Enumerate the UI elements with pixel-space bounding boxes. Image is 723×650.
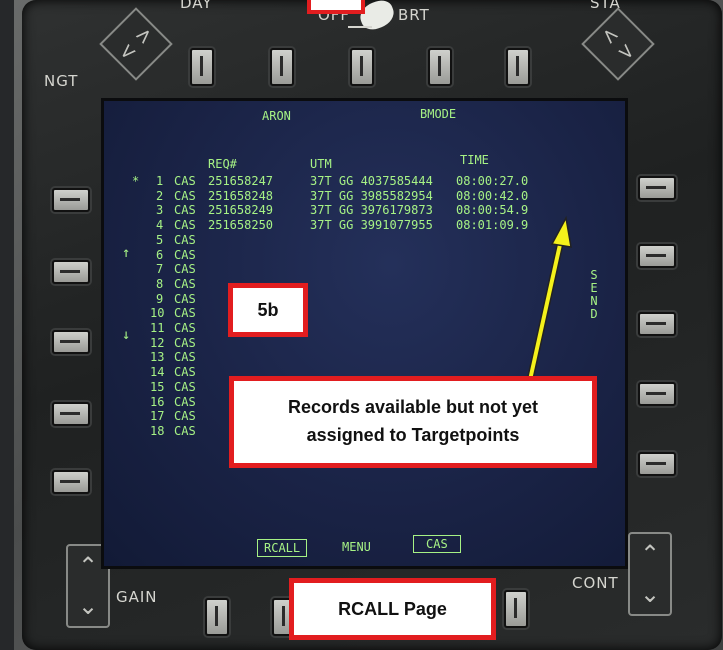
time-column-header: TIME xyxy=(460,153,489,167)
record-type: CAS xyxy=(174,321,196,335)
osb-top-3[interactable] xyxy=(350,48,374,86)
osb-left-1[interactable] xyxy=(52,188,90,212)
osb-top-4[interactable] xyxy=(428,48,452,86)
record-number: 7 xyxy=(156,262,164,277)
record-type: CAS xyxy=(174,232,196,247)
req-column-header: REQ# xyxy=(208,157,237,171)
page-label-callout: RCALL Page xyxy=(289,578,496,640)
record-number: 15 xyxy=(150,379,165,394)
scroll-down-icon[interactable]: ↓ xyxy=(122,327,130,343)
record-type: CAS xyxy=(174,188,196,203)
record-type: CAS xyxy=(174,218,196,233)
cas-option[interactable]: CAS xyxy=(413,535,461,553)
cont-down-icon[interactable]: ⌄ xyxy=(630,574,670,614)
record-number: 16 xyxy=(150,394,165,409)
request-number: 251658248 xyxy=(208,188,274,203)
osb-right-5[interactable] xyxy=(638,452,676,476)
osb-right-4[interactable] xyxy=(638,382,676,406)
step-callout: 5b xyxy=(228,283,308,337)
osb-left-2[interactable] xyxy=(52,260,90,284)
cont-up-icon[interactable]: ⌃ xyxy=(630,534,670,574)
page-label-text: RCALL Page xyxy=(338,599,447,619)
osb-top-2[interactable] xyxy=(270,48,294,86)
record-number: 10 xyxy=(150,306,165,321)
utm-coordinate: 37T GG 3991077955 xyxy=(310,218,433,233)
record-number: 6 xyxy=(156,247,164,262)
record-number: 1 xyxy=(156,174,164,188)
record-type: CAS xyxy=(174,350,196,365)
record-type: CAS xyxy=(174,379,196,394)
top-callout-fragment xyxy=(307,0,365,14)
utm-coordinate: 37T GG 3976179873 xyxy=(310,203,433,218)
request-number: 251658247 xyxy=(208,174,274,188)
day-label: DAY xyxy=(180,0,213,12)
record-number: 12 xyxy=(150,335,165,350)
menu-option[interactable]: MENU xyxy=(342,540,371,554)
brt-label: BRT xyxy=(398,6,430,24)
record-type: CAS xyxy=(174,291,196,306)
record-number: 14 xyxy=(150,365,165,380)
request-number: 251658249 xyxy=(208,203,274,218)
osb-right-3[interactable] xyxy=(638,312,676,336)
bmode-option[interactable]: BMODE xyxy=(420,107,456,121)
record-number: 8 xyxy=(156,276,164,291)
rcall-option[interactable]: RCALL xyxy=(257,539,308,557)
osb-right-1[interactable] xyxy=(638,176,676,200)
osb-bottom-5[interactable] xyxy=(504,590,528,628)
record-number: 3 xyxy=(156,203,164,218)
request-number: 251658250 xyxy=(208,218,274,233)
gain-label: GAIN xyxy=(116,588,158,606)
record-type: CAS xyxy=(174,409,196,424)
record-type: CAS xyxy=(174,203,196,218)
mfd-display: ARON BMODE REQ# UTM TIME * 1 CAS 251658247 3… xyxy=(101,98,628,569)
record-number: 17 xyxy=(150,409,165,424)
record-number: 13 xyxy=(150,350,165,365)
record-time: 08:01:09.9 xyxy=(456,218,529,233)
osb-left-4[interactable] xyxy=(52,402,90,426)
gain-down-icon[interactable]: ⌄ xyxy=(68,586,108,626)
selected-marker: * xyxy=(132,174,140,188)
records-note-text: Records available but not yet assigned t… xyxy=(287,397,539,445)
cont-label: CONT xyxy=(572,574,619,592)
ngt-label: NGT xyxy=(44,72,79,90)
osb-top-5[interactable] xyxy=(506,48,530,86)
step-label: 5b xyxy=(257,300,279,320)
utm-coordinate: 37T GG 4037585444 xyxy=(310,174,433,188)
record-number: 11 xyxy=(150,321,165,335)
osb-right-2[interactable] xyxy=(638,244,676,268)
record-type: CAS xyxy=(174,262,196,277)
left-panel-edge xyxy=(0,0,14,650)
record-type: CAS xyxy=(174,247,196,262)
record-type: CAS xyxy=(174,306,196,321)
utm-coordinate: 37T GG 3985582954 xyxy=(310,188,433,203)
osb-top-1[interactable] xyxy=(190,48,214,86)
record-number: 9 xyxy=(156,291,164,306)
utm-column-header: UTM xyxy=(310,157,332,171)
record-type: CAS xyxy=(174,365,196,380)
osb-left-5[interactable] xyxy=(52,470,90,494)
send-option[interactable]: SEND xyxy=(588,269,600,321)
records-note-callout: Records available but not yet assigned t… xyxy=(229,376,597,468)
record-number: 2 xyxy=(156,188,164,203)
record-time: 08:00:42.0 xyxy=(456,188,529,203)
record-time: 08:00:27.0 xyxy=(456,174,529,188)
record-type: CAS xyxy=(174,276,196,291)
scroll-up-icon[interactable]: ↑ xyxy=(122,245,130,261)
record-type: CAS xyxy=(174,394,196,409)
record-time: 08:00:54.9 xyxy=(456,203,529,218)
aron-option[interactable]: ARON xyxy=(262,109,291,123)
send-label: SEND xyxy=(590,268,598,321)
record-number: 18 xyxy=(150,423,165,438)
osb-bottom-1[interactable] xyxy=(205,598,229,636)
record-type: CAS xyxy=(174,174,196,188)
record-type: CAS xyxy=(174,335,196,350)
cont-rocker[interactable]: ⌃ ⌄ xyxy=(628,532,672,616)
brightness-track xyxy=(348,26,372,28)
record-number: 4 xyxy=(156,218,164,233)
record-type: CAS xyxy=(174,423,196,438)
osb-left-3[interactable] xyxy=(52,330,90,354)
record-number: 5 xyxy=(156,232,164,247)
